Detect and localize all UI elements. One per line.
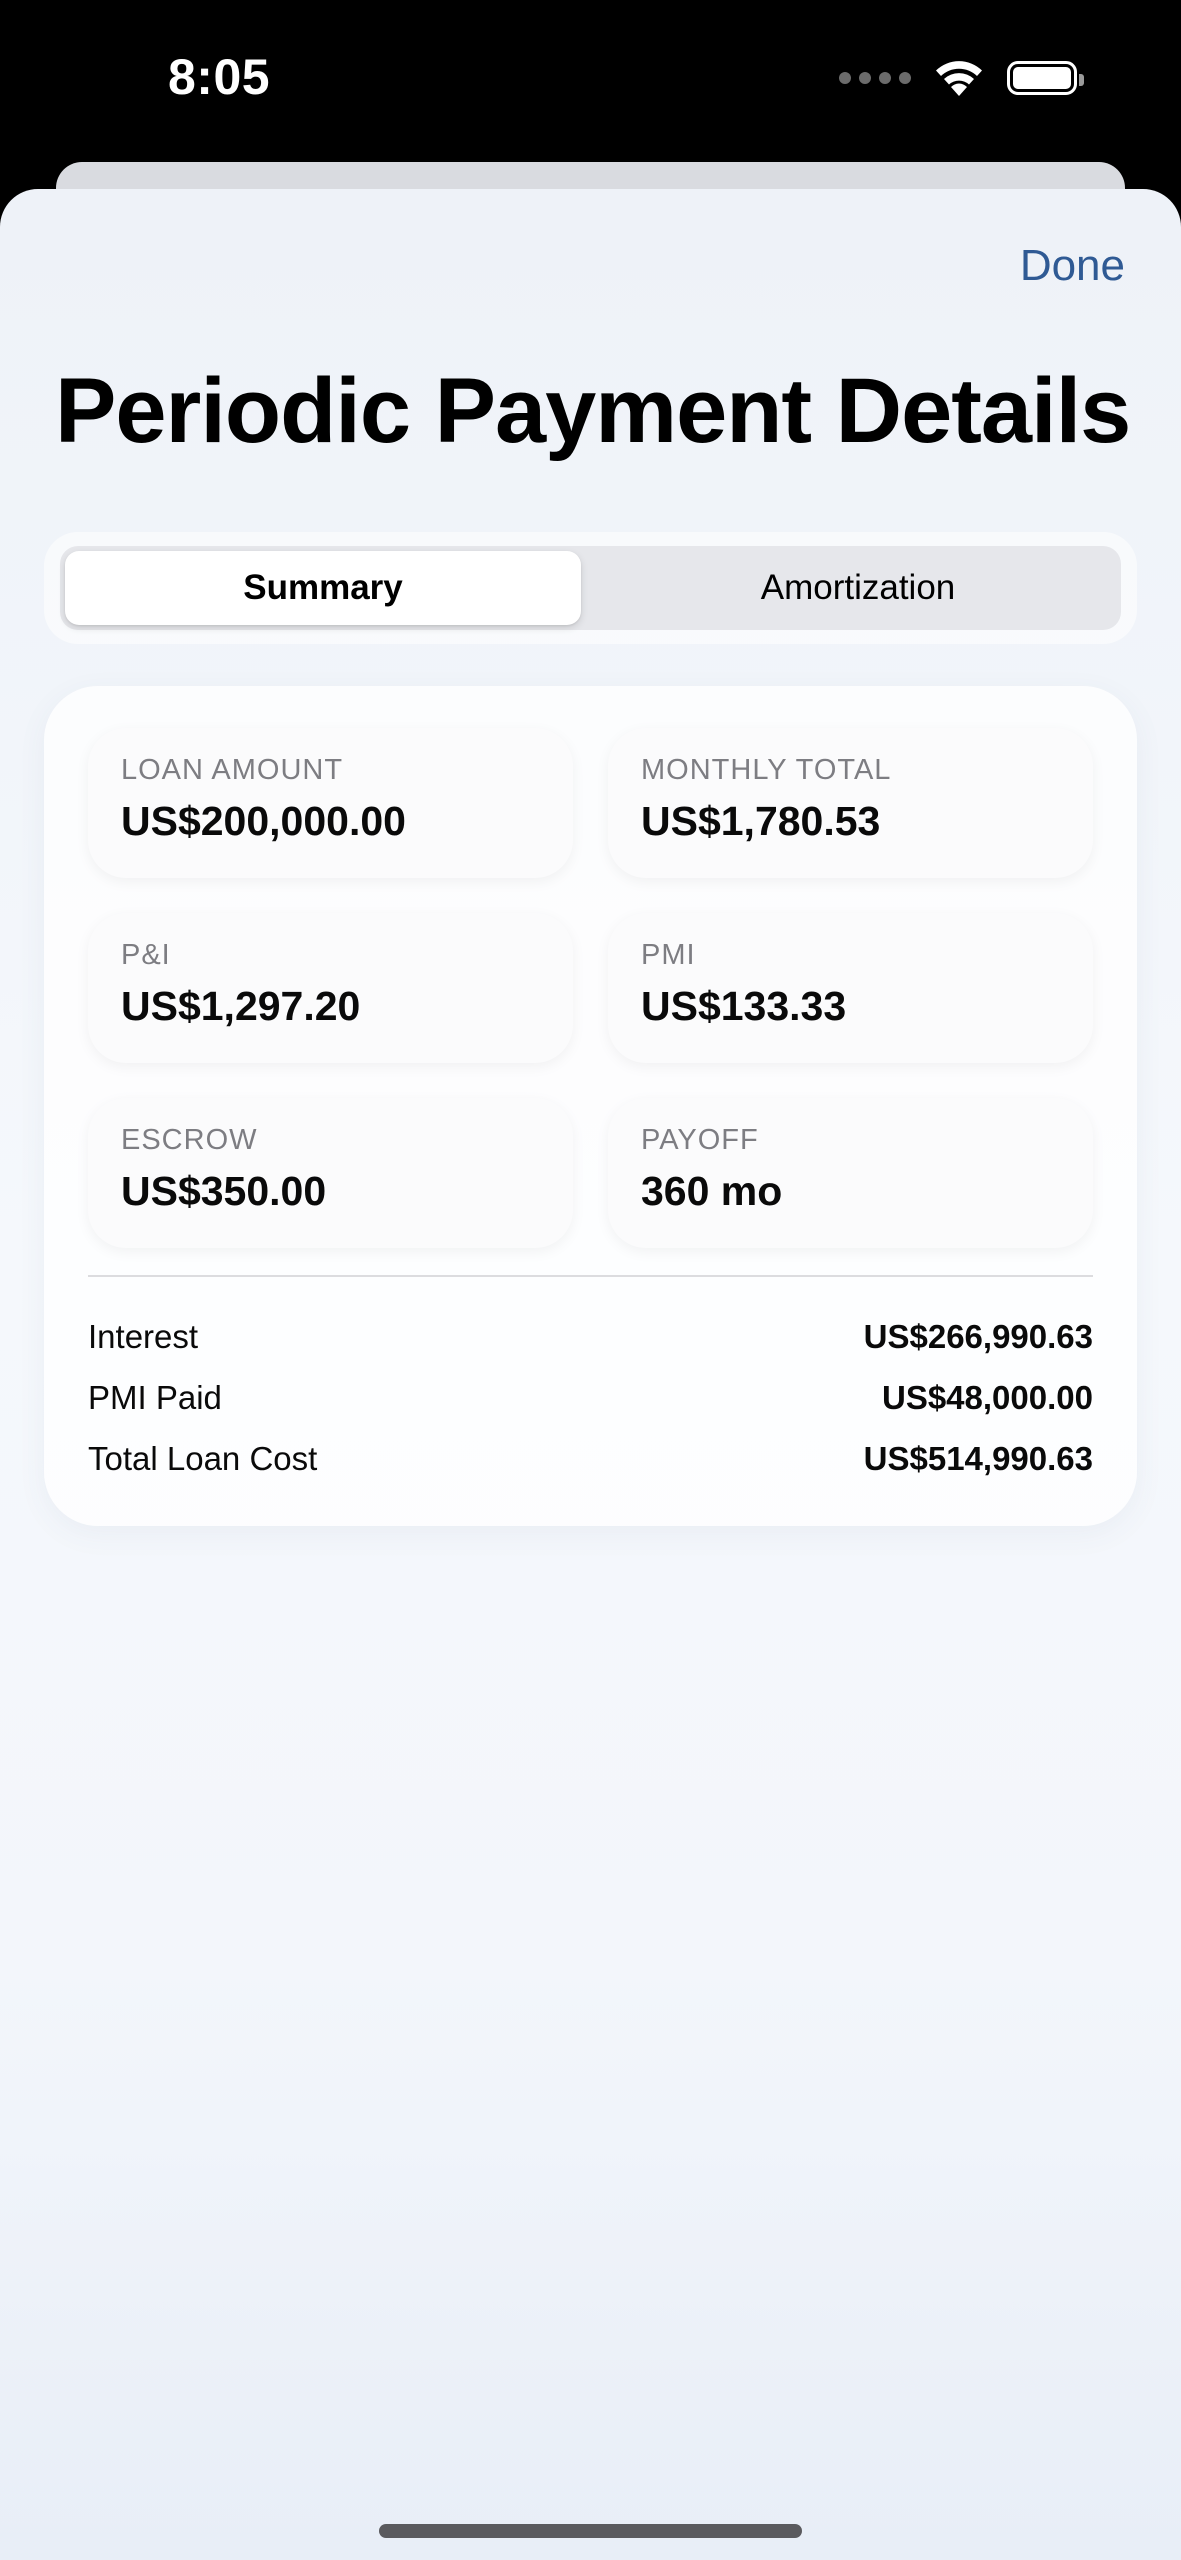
segment-control-container: Summary Amortization	[44, 532, 1137, 644]
total-label: Interest	[88, 1317, 199, 1355]
status-icons	[839, 58, 1084, 98]
summary-card: LOAN AMOUNT US$200,000.00 MONTHLY TOTAL …	[44, 686, 1137, 1526]
tile-pmi: PMI US$133.33	[608, 913, 1093, 1063]
payment-details-sheet: Done Periodic Payment Details Summary Am…	[0, 189, 1181, 2560]
tile-value: US$1,297.20	[121, 983, 361, 1029]
total-label: Total Loan Cost	[88, 1439, 318, 1477]
page-title: Periodic Payment Details	[55, 360, 1131, 462]
tile-label: P&I	[121, 939, 171, 971]
home-indicator[interactable]	[379, 2524, 802, 2538]
total-value: US$514,990.63	[863, 1439, 1093, 1477]
tile-label: PMI	[641, 939, 696, 971]
total-value: US$48,000.00	[881, 1378, 1093, 1416]
tile-label: LOAN AMOUNT	[121, 754, 344, 786]
screen: 8:05 Done Periodic Payment Details Summa…	[0, 0, 1181, 2560]
cellular-signal-icon	[839, 72, 911, 84]
status-time: 8:05	[168, 49, 271, 105]
status-bar: 8:05	[0, 0, 1181, 160]
total-value: US$266,990.63	[863, 1317, 1093, 1355]
total-label: PMI Paid	[88, 1378, 222, 1416]
wifi-icon	[936, 61, 982, 96]
tile-label: MONTHLY TOTAL	[641, 754, 892, 786]
done-button[interactable]: Done	[1020, 241, 1125, 291]
total-row-pmi-paid: PMI Paid US$48,000.00	[88, 1367, 1093, 1428]
tile-label: ESCROW	[121, 1124, 258, 1156]
totals-list: Interest US$266,990.63 PMI Paid US$48,00…	[88, 1306, 1093, 1489]
tile-escrow: ESCROW US$350.00	[88, 1098, 573, 1248]
battery-icon	[1007, 61, 1084, 95]
tile-loan-amount: LOAN AMOUNT US$200,000.00	[88, 728, 573, 878]
segmented-control: Summary Amortization	[60, 546, 1121, 630]
summary-tiles: LOAN AMOUNT US$200,000.00 MONTHLY TOTAL …	[88, 728, 1093, 1248]
tile-value: US$350.00	[121, 1168, 327, 1214]
tab-amortization[interactable]: Amortization	[600, 551, 1116, 625]
tile-payoff: PAYOFF 360 mo	[608, 1098, 1093, 1248]
tile-value: 360 mo	[641, 1168, 783, 1214]
total-row-interest: Interest US$266,990.63	[88, 1306, 1093, 1367]
total-row-total-loan-cost: Total Loan Cost US$514,990.63	[88, 1428, 1093, 1489]
tile-value: US$133.33	[641, 983, 847, 1029]
tile-monthly-total: MONTHLY TOTAL US$1,780.53	[608, 728, 1093, 878]
tile-value: US$1,780.53	[641, 798, 881, 844]
tab-summary[interactable]: Summary	[65, 551, 581, 625]
tile-value: US$200,000.00	[121, 798, 406, 844]
tile-principal-interest: P&I US$1,297.20	[88, 913, 573, 1063]
tile-label: PAYOFF	[641, 1124, 759, 1156]
divider	[88, 1275, 1093, 1277]
